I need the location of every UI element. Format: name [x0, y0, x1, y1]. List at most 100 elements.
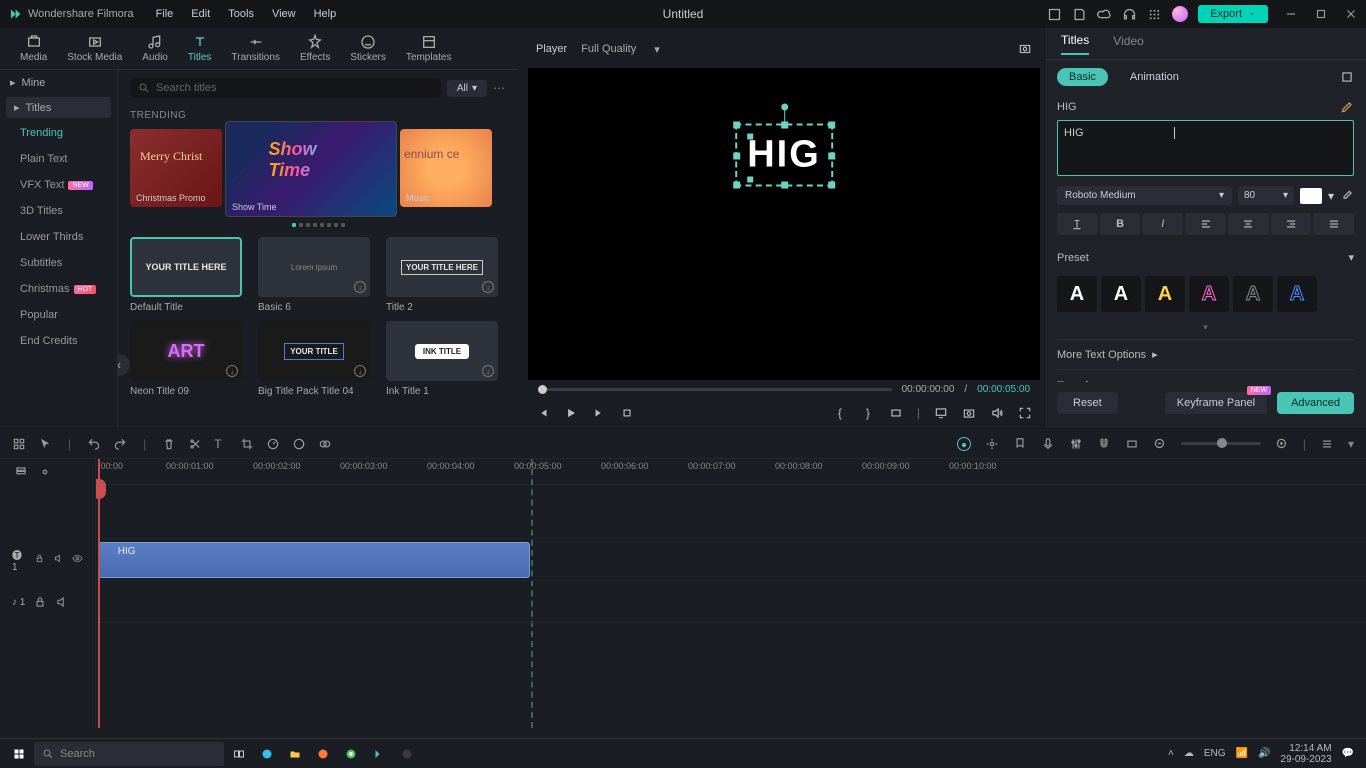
tab-stock[interactable]: Stock Media [67, 34, 122, 63]
chrome-icon[interactable] [338, 741, 364, 767]
undo-icon[interactable] [87, 437, 101, 451]
stop-icon[interactable] [620, 406, 634, 420]
cat-plain[interactable]: Plain Text [0, 146, 117, 172]
zoom-head[interactable] [1217, 438, 1227, 448]
render-icon[interactable] [957, 437, 971, 451]
mic-icon[interactable] [1041, 437, 1055, 451]
display-icon[interactable] [934, 406, 948, 420]
cat-vfx[interactable]: VFX TextNEW [0, 172, 117, 198]
audio-track[interactable] [96, 581, 1366, 623]
eyedropper-icon[interactable] [1340, 189, 1354, 203]
onedrive-icon[interactable]: ☁ [1184, 748, 1194, 759]
size-select[interactable]: 80▾ [1238, 186, 1294, 205]
text-bounding-box[interactable]: HIG [735, 124, 833, 187]
text-icon[interactable]: T [214, 437, 228, 451]
next-frame-icon[interactable] [592, 406, 606, 420]
back-button[interactable]: ‹ [118, 354, 130, 376]
player-viewport[interactable]: HIG [528, 68, 1040, 380]
task-view-icon[interactable] [226, 741, 252, 767]
cloud-icon[interactable] [1097, 7, 1112, 22]
align-justify-button[interactable] [1313, 213, 1354, 235]
marker-icon[interactable] [1013, 437, 1027, 451]
redo-icon[interactable] [113, 437, 127, 451]
playhead[interactable] [98, 459, 100, 728]
menu-file[interactable]: File [156, 8, 174, 20]
color-icon[interactable] [292, 437, 306, 451]
lock-icon[interactable] [33, 595, 47, 609]
scrubber-track[interactable] [538, 388, 892, 391]
font-select[interactable]: Roboto Medium▾ [1057, 186, 1232, 205]
resize-handle[interactable] [733, 152, 740, 159]
tab-titles[interactable]: Titles [188, 34, 212, 63]
tab-templates[interactable]: Templates [406, 34, 452, 63]
download-icon[interactable]: ↓ [354, 365, 366, 377]
camera-icon[interactable] [962, 406, 976, 420]
thumb-ennium[interactable]: ennium ceMusic [400, 129, 492, 207]
delete-icon[interactable] [162, 437, 176, 451]
prop-tab-video[interactable]: Video [1113, 34, 1143, 54]
link-tracks-icon[interactable] [38, 465, 52, 479]
cat-3d[interactable]: 3D Titles [0, 198, 117, 224]
mixer-icon[interactable] [1069, 437, 1083, 451]
menu-view[interactable]: View [272, 8, 296, 20]
download-icon[interactable]: ↓ [226, 365, 238, 377]
filmora-task-icon[interactable] [366, 741, 392, 767]
text-input[interactable]: HIG [1057, 120, 1354, 176]
cat-popular[interactable]: Popular [0, 302, 117, 328]
save-icon[interactable] [1072, 7, 1087, 22]
cat-subtitles[interactable]: Subtitles [0, 250, 117, 276]
cat-trending[interactable]: Trending [0, 120, 117, 146]
edge-icon[interactable] [254, 741, 280, 767]
clock[interactable]: 12:14 AM 29-09-2023 [1280, 743, 1331, 765]
zoom-slider[interactable] [1181, 442, 1261, 445]
rotate-handle[interactable] [781, 104, 788, 111]
export-button[interactable]: Export [1198, 5, 1268, 23]
resize-handle[interactable] [781, 122, 788, 129]
prop-tab-titles[interactable]: Titles [1061, 33, 1089, 55]
tray-chevron-icon[interactable]: ˄ [1168, 748, 1174, 759]
quality-select[interactable]: Full Quality▾ [581, 43, 660, 56]
lock-icon[interactable] [34, 553, 45, 567]
subtab-basic[interactable]: Basic [1057, 68, 1108, 86]
keyframe-panel-button[interactable]: Keyframe PanelNEW [1165, 392, 1267, 414]
card-neon[interactable]: ART↓Neon Title 09 [130, 321, 242, 397]
more-icon[interactable]: ⋯ [493, 81, 506, 95]
cursor-icon[interactable] [38, 437, 52, 451]
fullscreen-icon[interactable] [1018, 406, 1032, 420]
zoom-out-icon[interactable] [1153, 437, 1167, 451]
mark-out-icon[interactable]: } [861, 406, 875, 420]
grid-icon[interactable] [12, 437, 26, 451]
align-right-button[interactable] [1271, 213, 1312, 235]
card-basic6[interactable]: Lorem ipsum↓Basic 6 [258, 237, 370, 313]
side-mine[interactable]: ▸Mine [0, 70, 117, 95]
headphones-icon[interactable] [1122, 7, 1137, 22]
adjust-icon[interactable] [985, 437, 999, 451]
obs-icon[interactable] [394, 741, 420, 767]
split-icon[interactable] [188, 437, 202, 451]
download-icon[interactable]: ↓ [482, 281, 494, 293]
italic-button[interactable]: I [1142, 213, 1183, 235]
firefox-icon[interactable] [310, 741, 336, 767]
preset-5[interactable]: A [1233, 276, 1273, 312]
layout-icon[interactable] [1047, 7, 1062, 22]
char-spacing-button[interactable] [1057, 213, 1098, 235]
prev-frame-icon[interactable] [536, 406, 550, 420]
menu-edit[interactable]: Edit [191, 8, 210, 20]
tab-effects[interactable]: Effects [300, 34, 330, 63]
cat-christmas[interactable]: ChristmasHOT [0, 276, 117, 302]
crop-icon[interactable] [240, 437, 254, 451]
magnet-icon[interactable] [1097, 437, 1111, 451]
tab-media[interactable]: Media [20, 34, 47, 63]
align-left-button[interactable] [1185, 213, 1226, 235]
preset-2[interactable]: A [1101, 276, 1141, 312]
volume-tray-icon[interactable]: 🔊 [1258, 748, 1270, 759]
menu-help[interactable]: Help [314, 8, 337, 20]
explorer-icon[interactable] [282, 741, 308, 767]
close-icon[interactable] [1344, 7, 1358, 21]
apps-icon[interactable] [1147, 7, 1162, 22]
transform-section[interactable]: Transform ▾◇ [1057, 369, 1354, 382]
subtab-animation[interactable]: Animation [1118, 68, 1191, 86]
minimize-icon[interactable] [1284, 7, 1298, 21]
timeline-tracks[interactable]: :00:00 00:00:01:00 00:00:02:00 00:00:03:… [96, 459, 1366, 728]
reset-button[interactable]: Reset [1057, 392, 1118, 414]
